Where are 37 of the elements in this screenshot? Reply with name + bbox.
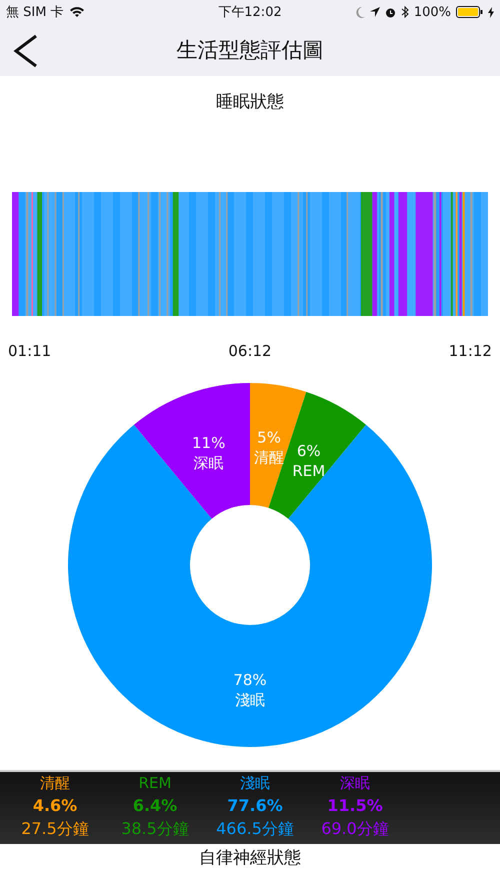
stage-percent: 11.5% — [327, 795, 383, 817]
slice-name-label: 深眠 — [194, 454, 224, 472]
time-axis-label: 01:11 — [8, 342, 52, 360]
status-time: 下午12:02 — [218, 4, 282, 21]
carrier-label: 無 SIM 卡 — [6, 4, 64, 21]
section-title: 自律神經狀態 — [198, 847, 302, 869]
stage-percent: 6.4% — [132, 795, 178, 817]
section-title: 睡眠狀態 — [215, 91, 285, 113]
slice-name-label: 清醒 — [254, 448, 284, 466]
charging-bolt-icon — [488, 6, 494, 18]
slice-percent-label: 6% — [296, 442, 321, 460]
slice-name-label: 淺眠 — [235, 691, 265, 709]
bluetooth-icon — [400, 6, 409, 18]
stage-percent: 4.6% — [32, 795, 78, 817]
wifi-icon — [68, 6, 85, 18]
stage-percent: 77.6% — [227, 795, 283, 817]
stage-name: REM — [138, 773, 172, 794]
stage-minutes: 69.0分鐘 — [321, 818, 389, 840]
stage-name: 淺眠 — [240, 773, 270, 794]
slice-percent-label: 11% — [192, 434, 226, 452]
time-axis-label: 06:12 — [228, 342, 272, 360]
stage-name: 深眠 — [340, 773, 370, 794]
location-arrow-icon — [370, 7, 380, 17]
alarm-clock-icon — [384, 6, 396, 18]
stage-minutes: 27.5分鐘 — [21, 818, 89, 840]
page-title: 生活型態評估圖 — [176, 37, 324, 64]
stage-minutes: 466.5分鐘 — [216, 818, 294, 840]
stage-minutes: 38.5分鐘 — [121, 818, 189, 840]
time-axis-label: 11:12 — [448, 342, 492, 360]
slice-percent-label: 5% — [257, 428, 281, 446]
moon-icon — [356, 6, 365, 18]
battery-icon — [456, 6, 483, 18]
slice-percent-label: 78% — [233, 671, 267, 689]
stage-name: 清醒 — [40, 773, 70, 794]
back-button[interactable] — [12, 34, 40, 68]
battery-percent: 100% — [414, 4, 451, 20]
slice-name-label: REM — [292, 462, 326, 480]
